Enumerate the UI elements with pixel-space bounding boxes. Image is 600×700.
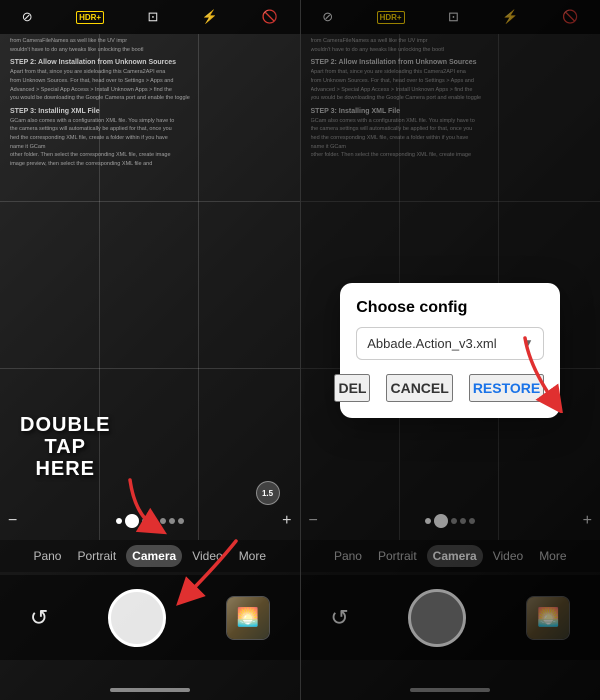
doc-line: Advanced > Special App Access > Install …: [10, 87, 290, 95]
dialog-title: Choose config: [356, 299, 544, 317]
double-tap-label: DOUBLE TAP HERE: [20, 414, 110, 480]
selected-config-value: Abbade.Action_v3.xml: [367, 336, 496, 351]
right-panel: from CameraFileNames as well like the UV…: [301, 0, 600, 700]
doc-heading: STEP 3: Installing XML File: [10, 107, 290, 117]
doc-line: wouldn't have to do any tweaks like unlo…: [10, 47, 290, 55]
minus-button[interactable]: −: [8, 512, 17, 530]
flash-off-icon[interactable]: 🚫: [262, 9, 278, 25]
panorama-icon[interactable]: ⊡: [148, 9, 159, 25]
left-panel: from CameraFileNames as well like the UV…: [0, 0, 300, 700]
doc-line: from CameraFileNames as well like the UV…: [10, 38, 290, 46]
cancel-button[interactable]: CANCEL: [386, 374, 452, 402]
tab-pano[interactable]: Pano: [27, 545, 67, 567]
home-indicator: [110, 688, 190, 692]
doc-line: Apart from that, since you are sideloadi…: [10, 69, 290, 77]
shutter-button[interactable]: [108, 589, 166, 647]
top-toolbar: ⊘ HDR+ ⊡ ⚡ 🚫: [0, 0, 300, 34]
doc-line: hed the corresponding XML file, create a…: [10, 135, 290, 143]
doc-line: GCam also comes with a configuration XML…: [10, 118, 290, 126]
doc-line: image preview, then select the correspon…: [10, 161, 290, 169]
bottom-controls: ↺ 🌅: [0, 575, 300, 660]
flash-auto-icon[interactable]: ⚡: [202, 9, 218, 25]
doc-heading: STEP 2: Allow Installation from Unknown …: [10, 58, 290, 68]
hdr-plus-badge[interactable]: HDR+: [76, 11, 104, 24]
plus-button[interactable]: +: [282, 512, 291, 530]
dialog-overlay: Choose config Abbade.Action_v3.xml ▼ DEL…: [301, 0, 600, 700]
mode-tabs: Pano Portrait Camera Video More: [0, 540, 300, 572]
timer-off-icon[interactable]: ⊘: [22, 9, 33, 25]
slider-dot: [178, 518, 184, 524]
del-button[interactable]: DEL: [334, 374, 370, 402]
version-badge: 1.5: [256, 481, 280, 505]
arrow-indicator: [120, 475, 170, 540]
tab-portrait[interactable]: Portrait: [71, 545, 122, 567]
rotate-camera-icon[interactable]: ↺: [30, 605, 48, 631]
restore-arrow: [510, 333, 570, 418]
gallery-container: 🌅: [226, 596, 270, 640]
doc-line: name it GCam: [10, 144, 290, 152]
choose-config-dialog: Choose config Abbade.Action_v3.xml ▼ DEL…: [340, 283, 560, 418]
doc-line: you would be downloading the Google Came…: [10, 95, 290, 103]
doc-line: the camera settings will automatically b…: [10, 126, 290, 134]
doc-line: from Unknown Sources. For that, head ove…: [10, 78, 290, 86]
doc-line: other folder. Then select the correspond…: [10, 152, 290, 160]
